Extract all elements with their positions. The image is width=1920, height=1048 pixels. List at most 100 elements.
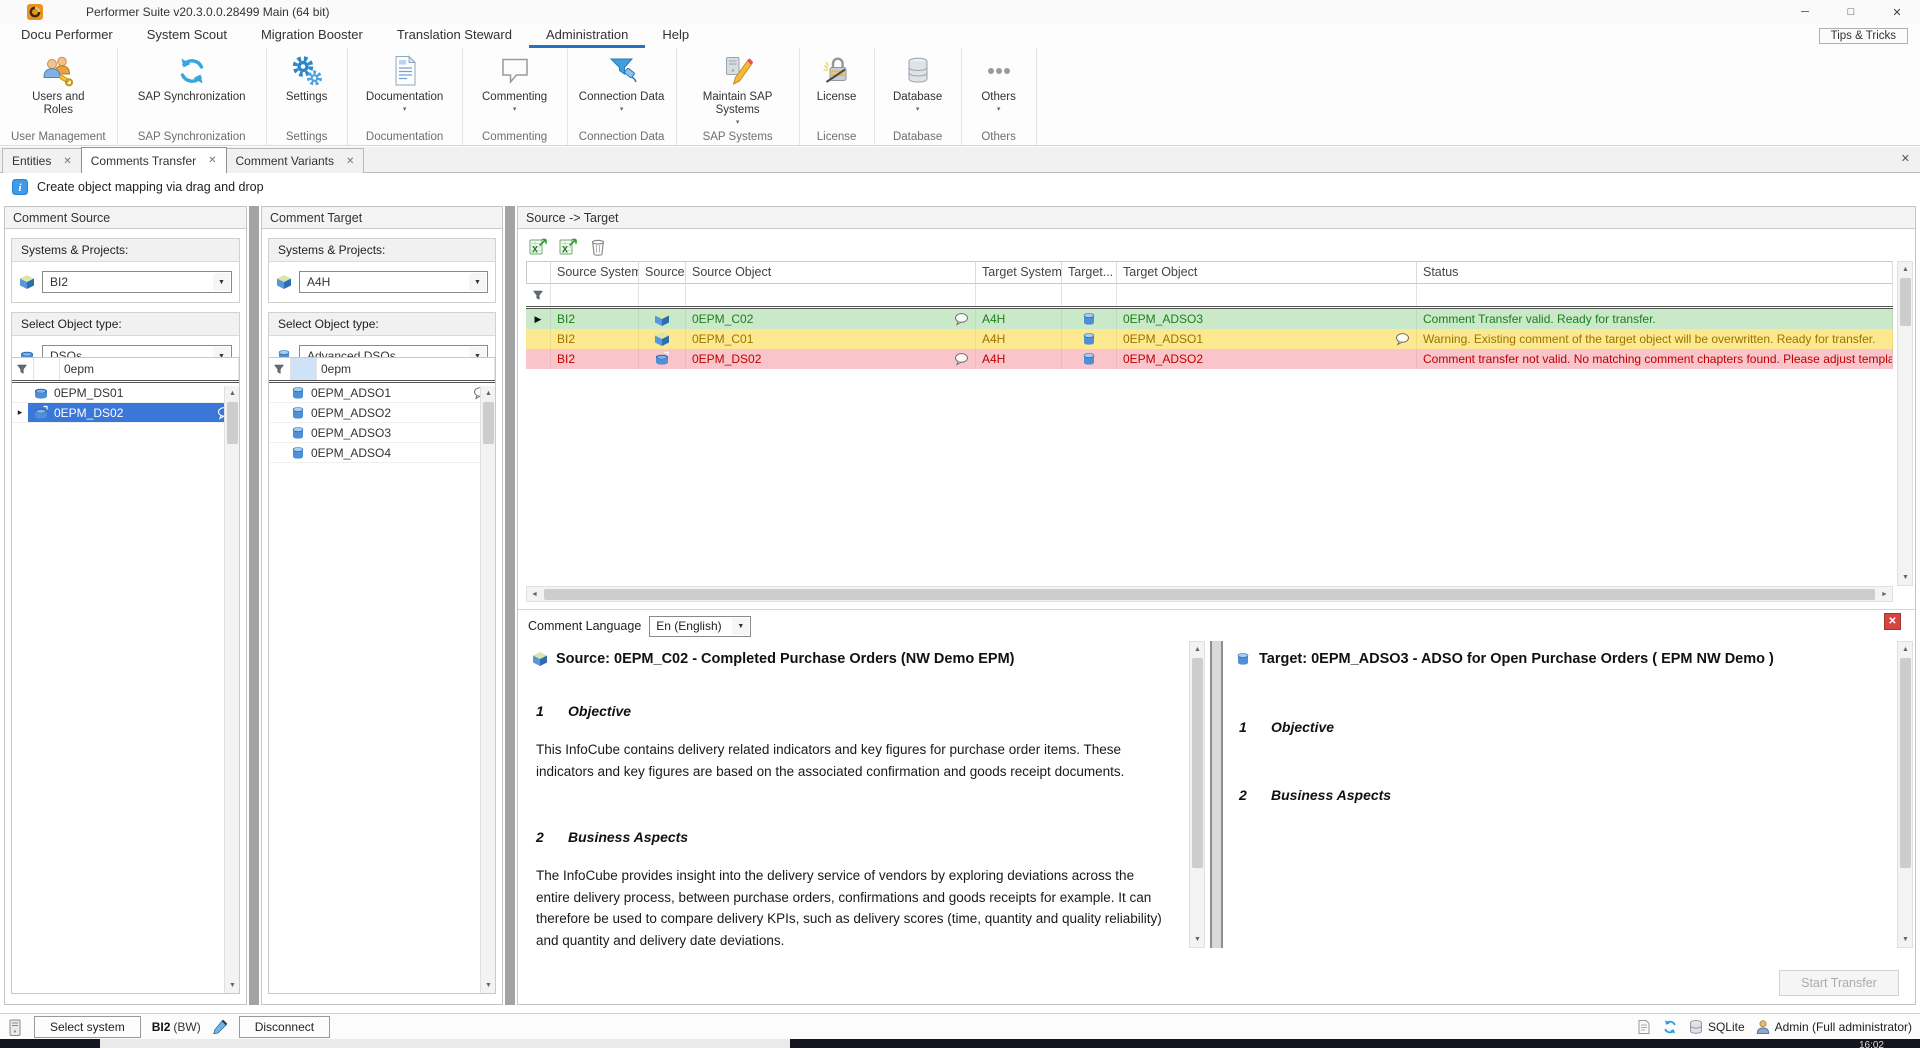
tab-comments-transfer[interactable]: Comments Transfer✕ xyxy=(81,147,227,173)
ribbon-button-sap-synchronization[interactable]: SAP Synchronization xyxy=(129,54,255,104)
maximize-button[interactable]: □ xyxy=(1828,0,1874,24)
target-system-combo[interactable]: A4H ▼ xyxy=(299,271,488,293)
menu-help[interactable]: Help xyxy=(645,24,706,48)
filter-input[interactable]: 0epm xyxy=(60,358,239,380)
scroll-down-icon[interactable]: ▼ xyxy=(1898,932,1913,947)
adso-icon xyxy=(1081,351,1097,367)
ribbon-button-maintain-sap-systems[interactable]: Maintain SAP Systems▾ xyxy=(688,54,788,126)
splitter[interactable] xyxy=(1210,641,1223,948)
filter-input[interactable]: 0epm xyxy=(317,358,495,380)
disconnect-button[interactable]: Disconnect xyxy=(239,1016,330,1038)
scrollbar-thumb[interactable] xyxy=(1900,278,1911,326)
tree-item-0epm-adso4[interactable]: 0EPM_ADSO4 xyxy=(269,443,495,463)
tree-scrollbar[interactable]: ▲▼ xyxy=(224,386,239,993)
scrollbar-thumb[interactable] xyxy=(1192,658,1203,868)
column-header-source-object[interactable]: Source Object xyxy=(686,261,976,284)
menu-system-scout[interactable]: System Scout xyxy=(130,24,244,48)
filter-cell[interactable] xyxy=(1417,284,1893,306)
column-header-source-system[interactable]: Source System xyxy=(551,261,639,284)
filter-cell[interactable] xyxy=(1062,284,1117,306)
tips-and-tricks-button[interactable]: Tips & Tricks xyxy=(1819,28,1908,44)
menu-administration[interactable]: Administration xyxy=(529,24,645,48)
tree-item-0epm-ds01[interactable]: 0EPM_DS01 xyxy=(12,383,239,403)
tab-close-icon[interactable]: ✕ xyxy=(346,156,354,167)
scroll-up-icon[interactable]: ▲ xyxy=(1898,262,1913,277)
tree-item-0epm-adso3[interactable]: 0EPM_ADSO3 xyxy=(269,423,495,443)
filter-cell[interactable] xyxy=(551,284,639,306)
ribbon-button-connection-data[interactable]: Connection Data▾ xyxy=(579,54,665,113)
ribbon-button-others[interactable]: Others▾ xyxy=(973,54,1025,113)
mapping-row-0epm-ds02[interactable]: BI20EPM_DS02A4H0EPM_ADSO2Comment transfe… xyxy=(526,349,1893,369)
ribbon-button-license[interactable]: License xyxy=(811,54,863,104)
delete-mapping-icon[interactable] xyxy=(588,237,608,257)
column-header-target-object[interactable]: Target Object xyxy=(1117,261,1417,284)
scrollbar-thumb[interactable] xyxy=(227,402,238,444)
export-excel-icon[interactable]: X xyxy=(558,237,578,257)
start-transfer-button[interactable]: Start Transfer xyxy=(1779,970,1899,996)
column-header-status[interactable]: Status xyxy=(1417,261,1893,284)
expander-icon[interactable]: ▸ xyxy=(12,403,28,422)
scroll-down-icon[interactable]: ▼ xyxy=(225,978,240,993)
scrollbar-thumb[interactable] xyxy=(544,589,1875,600)
taskbar-app-segment[interactable] xyxy=(100,1039,790,1048)
tabbar-close-icon[interactable]: ✕ xyxy=(1901,152,1910,165)
source-comment-document[interactable]: Source: 0EPM_C02 - Completed Purchase Or… xyxy=(526,641,1189,948)
tree-item-0epm-adso1[interactable]: 0EPM_ADSO1 xyxy=(269,383,495,403)
mapping-row-0epm-c02[interactable]: ▶BI20EPM_C02A4H0EPM_ADSO3Comment Transfe… xyxy=(526,309,1893,329)
edit-connection-icon[interactable] xyxy=(212,1019,228,1035)
filter-icon xyxy=(532,289,544,301)
tab-comment-variants[interactable]: Comment Variants✕ xyxy=(226,148,365,173)
scrollbar-thumb[interactable] xyxy=(483,402,494,444)
tree-item-0epm-adso2[interactable]: 0EPM_ADSO2 xyxy=(269,403,495,423)
table-vertical-scrollbar[interactable]: ▲ ▼ xyxy=(1897,261,1913,586)
ribbon-button-users-and-roles[interactable]: Users and Roles xyxy=(26,54,90,117)
scroll-up-icon[interactable]: ▲ xyxy=(225,386,240,401)
filter-cell[interactable] xyxy=(976,284,1062,306)
close-button[interactable]: ✕ xyxy=(1874,0,1920,24)
ribbon-button-commenting[interactable]: Commenting▾ xyxy=(474,54,556,113)
tree-item-0epm-ds02[interactable]: ▸0EPM_DS02 xyxy=(12,403,239,423)
scroll-up-icon[interactable]: ▲ xyxy=(481,386,496,401)
tree-item-label: 0EPM_ADSO3 xyxy=(311,423,473,442)
filter-cell[interactable] xyxy=(639,284,686,306)
source-doc-scrollbar[interactable]: ▲ ▼ xyxy=(1189,641,1205,948)
scroll-down-icon[interactable]: ▼ xyxy=(1898,570,1913,585)
menu-migration-booster[interactable]: Migration Booster xyxy=(244,24,380,48)
ribbon-button-settings[interactable]: Settings xyxy=(278,54,336,104)
filter-icon xyxy=(16,363,28,375)
comment-language-combo[interactable]: En (English) ▼ xyxy=(649,616,751,637)
scroll-up-icon[interactable]: ▲ xyxy=(1190,642,1205,657)
splitter[interactable] xyxy=(505,206,515,1005)
mapping-row-0epm-c01[interactable]: BI20EPM_C01A4H0EPM_ADSO1Warning. Existin… xyxy=(526,329,1893,349)
menu-translation-steward[interactable]: Translation Steward xyxy=(380,24,529,48)
filter-cell[interactable] xyxy=(1117,284,1417,306)
tab-close-icon[interactable]: ✕ xyxy=(63,156,71,167)
column-header-target[interactable]: Target... xyxy=(1062,261,1117,284)
column-header-source[interactable]: Source... xyxy=(639,261,686,284)
scroll-up-icon[interactable]: ▲ xyxy=(1898,642,1913,657)
scroll-down-icon[interactable]: ▼ xyxy=(481,978,496,993)
target-comment-document[interactable]: Target: 0EPM_ADSO3 - ADSO for Open Purch… xyxy=(1229,641,1902,948)
tab-entities[interactable]: Entities✕ xyxy=(2,148,82,173)
report-icon[interactable] xyxy=(1636,1019,1652,1035)
scroll-down-icon[interactable]: ▼ xyxy=(1190,932,1205,947)
column-header-target-system[interactable]: Target System xyxy=(976,261,1062,284)
export-excel-icon[interactable]: X xyxy=(528,237,548,257)
scrollbar-thumb[interactable] xyxy=(1900,658,1911,868)
menu-docu-performer[interactable]: Docu Performer xyxy=(4,24,130,48)
close-comment-view-button[interactable]: ✕ xyxy=(1884,613,1901,630)
filter-cell[interactable] xyxy=(686,284,976,306)
minimize-button[interactable]: ─ xyxy=(1782,0,1828,24)
table-horizontal-scrollbar[interactable]: ◄ ► xyxy=(526,586,1893,602)
select-system-button[interactable]: Select system xyxy=(34,1016,141,1038)
target-doc-scrollbar[interactable]: ▲ ▼ xyxy=(1897,641,1913,948)
refresh-icon[interactable] xyxy=(1662,1019,1678,1035)
tab-close-icon[interactable]: ✕ xyxy=(208,155,216,166)
source-system-combo[interactable]: BI2 ▼ xyxy=(42,271,232,293)
ribbon-button-documentation[interactable]: Documentation▾ xyxy=(359,54,451,113)
tree-scrollbar[interactable]: ▲▼ xyxy=(480,386,495,993)
splitter[interactable] xyxy=(249,206,259,1005)
ribbon-button-database[interactable]: Database▾ xyxy=(886,54,950,113)
scroll-right-icon[interactable]: ► xyxy=(1877,587,1892,602)
scroll-left-icon[interactable]: ◄ xyxy=(527,587,542,602)
